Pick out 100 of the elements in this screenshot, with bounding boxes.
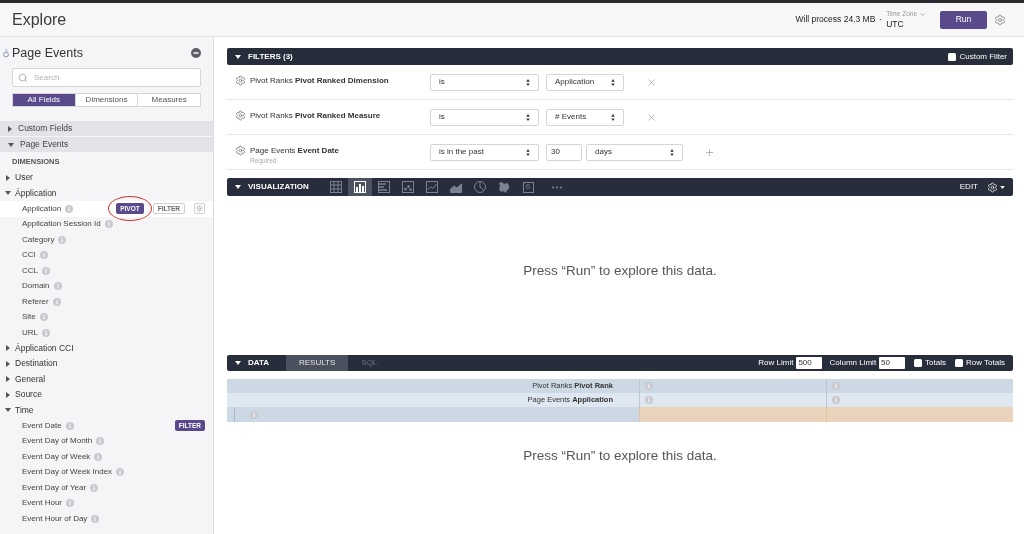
info-icon	[832, 396, 840, 404]
caret-down-icon[interactable]	[235, 361, 241, 365]
info-icon	[39, 313, 48, 322]
filter-field-label: Pivot Ranks Pivot Ranked Measure	[250, 110, 381, 121]
bar-chart-icon	[378, 181, 390, 193]
pie-chart-icon	[474, 181, 486, 193]
checkbox[interactable]	[948, 52, 957, 61]
field-group[interactable]: User	[15, 171, 33, 185]
info-icon	[645, 396, 653, 404]
caret-right-icon[interactable]	[6, 376, 10, 383]
field-group[interactable]: Ápplication	[15, 186, 57, 200]
caret-down-icon[interactable]	[235, 54, 241, 59]
field-item[interactable]: Referer	[22, 295, 49, 308]
panel-title: Page Events	[12, 44, 83, 62]
chart-type-tab[interactable]	[348, 178, 372, 196]
search-field[interactable]: Search	[12, 68, 201, 87]
field-item[interactable]: Category	[22, 233, 55, 246]
caret-down-icon[interactable]	[5, 408, 11, 413]
field-item[interactable]: Event Day of Week	[22, 450, 91, 463]
caret-down-icon	[1000, 185, 1005, 189]
separator-dot: ·	[879, 13, 883, 26]
field-item[interactable]: Event Hour	[22, 497, 63, 510]
field-group[interactable]: Source	[15, 388, 42, 402]
field-item[interactable]: Application Session Id	[22, 218, 101, 231]
caret-down-icon[interactable]	[8, 142, 14, 147]
field-item[interactable]: CCI	[22, 249, 36, 262]
field-filter-tab[interactable]: Dimensions	[74, 94, 138, 106]
value-select[interactable]: days	[586, 143, 683, 161]
checkbox[interactable]	[955, 359, 963, 367]
settings-icon	[196, 205, 203, 213]
field-item[interactable]: Domain	[22, 280, 50, 293]
caret-down-icon[interactable]	[5, 191, 11, 196]
operator-select[interactable]: is	[430, 108, 539, 126]
checkbox-label: Totals	[925, 357, 946, 369]
section-header[interactable]: Custom Fields	[0, 121, 213, 136]
caret-right-icon[interactable]	[6, 391, 10, 398]
caret-right-icon[interactable]	[6, 360, 10, 367]
empty-state-message: Press “Run” to explore this data.	[523, 262, 717, 281]
filters-header[interactable]: FILTERS (3) Custom Filter	[227, 48, 1013, 65]
map-icon	[498, 181, 510, 193]
column-limit-input[interactable]: 50	[879, 357, 906, 369]
field-group[interactable]: Ápplication CCI	[15, 341, 74, 355]
field-filter-tab[interactable]: Measures	[137, 94, 200, 106]
more-icon[interactable]	[552, 185, 562, 189]
caret-down-icon[interactable]	[235, 185, 241, 189]
info-icon	[116, 468, 125, 477]
field-group[interactable]: Time	[15, 403, 34, 417]
field-item[interactable]: Event Day of Week Index	[22, 466, 113, 479]
info-icon	[65, 204, 74, 213]
settings-icon[interactable]	[235, 75, 246, 86]
field-group[interactable]: Destination	[15, 357, 58, 371]
operator-select[interactable]: is	[430, 73, 539, 91]
search-icon	[18, 72, 28, 83]
section-header[interactable]: Page Events	[0, 137, 213, 152]
operator-select[interactable]: is in the past	[430, 143, 539, 161]
info-icon	[42, 266, 50, 275]
settings-icon[interactable]	[235, 145, 246, 156]
info-icon	[250, 410, 258, 419]
minus-circle-icon[interactable]	[191, 48, 201, 58]
table-icon	[330, 181, 342, 193]
field-item[interactable]: Site	[22, 311, 36, 324]
value-select[interactable]: # Events	[546, 108, 624, 126]
checkbox[interactable]	[914, 359, 923, 367]
column-limit-label: Column Limit	[829, 357, 877, 369]
field-group[interactable]: General	[15, 372, 46, 386]
field-item[interactable]: CCL	[22, 264, 38, 277]
field-item[interactable]: URL	[22, 326, 38, 339]
settings-icon[interactable]	[235, 110, 246, 121]
value-select[interactable]: Application	[546, 73, 624, 91]
field-item[interactable]: Event Date	[22, 419, 62, 432]
caret-right-icon[interactable]	[6, 345, 10, 352]
visualization-header[interactable]: VISUALIZATION 6 EDIT	[227, 178, 1013, 196]
checkbox-label: Custom Filter	[959, 50, 1007, 63]
edit-button[interactable]: EDIT	[959, 181, 978, 193]
data-tab[interactable]: RESULTS	[286, 355, 349, 371]
process-estimate: Will process 24.3 MB	[795, 13, 876, 26]
run-button[interactable]: Run	[940, 10, 987, 29]
section-title: FILTERS (3)	[248, 50, 293, 63]
field-item[interactable]: Event Day of Month	[22, 435, 93, 448]
field-item[interactable]: Event Hour of Day	[22, 512, 88, 525]
section-title: DATA	[248, 357, 271, 369]
value-input[interactable]: 30	[546, 143, 582, 161]
caret-right-icon[interactable]	[8, 125, 12, 132]
page-title: Explore	[12, 9, 67, 30]
row-limit-input[interactable]: 500	[796, 357, 823, 369]
section-title: VISUALIZATION	[248, 181, 310, 193]
info-icon	[90, 483, 99, 492]
updown-arrows-icon	[670, 148, 674, 156]
field-item[interactable]: Application	[22, 202, 62, 215]
field-filter-tab[interactable]: All Fields	[13, 94, 75, 106]
field-item[interactable]: Event Day of Year	[22, 481, 87, 494]
info-icon	[58, 235, 67, 244]
info-icon	[104, 220, 113, 229]
checkbox-label: Row Totals	[966, 357, 1005, 369]
updown-arrows-icon	[526, 78, 530, 86]
info-icon	[65, 421, 74, 430]
chart-type-tab[interactable]: 6	[516, 178, 540, 196]
caret-right-icon[interactable]	[6, 174, 10, 181]
settings-menu-button[interactable]	[987, 181, 1005, 193]
ring-icon	[3, 48, 9, 58]
